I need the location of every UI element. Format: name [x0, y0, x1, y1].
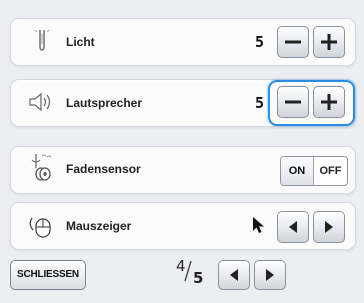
arrow-cursor-icon [253, 217, 264, 233]
settings-screen: Licht 5 Lautsprecher 5 Fadensensor ON OF… [0, 0, 364, 303]
arrow-left-icon [230, 269, 238, 281]
mouse-icon [29, 217, 51, 238]
lautsprecher-value: 5 [255, 94, 265, 112]
thread-sensor-icon [31, 154, 52, 181]
fadensensor-label: Fadensensor [66, 162, 141, 176]
mauszeiger-right-button[interactable] [313, 211, 345, 243]
page-total: 5 [193, 269, 204, 287]
arrow-left-icon [289, 221, 297, 233]
mauszeiger-left-button[interactable] [277, 211, 309, 243]
toggle-on-option[interactable]: ON [281, 157, 314, 185]
arrow-right-icon [266, 269, 274, 281]
close-button[interactable]: SCHLIESSEN [10, 260, 86, 290]
toggle-off-option[interactable]: OFF [314, 157, 347, 185]
minus-icon [285, 100, 301, 104]
lautsprecher-minus-button[interactable] [277, 86, 309, 118]
licht-value: 5 [255, 33, 265, 51]
speaker-icon [29, 92, 51, 112]
licht-label: Licht [66, 35, 95, 49]
needle-light-icon [34, 29, 50, 51]
lautsprecher-plus-button[interactable] [313, 86, 345, 118]
page-slash-icon [184, 260, 192, 282]
lautsprecher-label: Lautsprecher [66, 96, 143, 110]
licht-plus-button[interactable] [313, 26, 345, 58]
fadensensor-toggle[interactable]: ON OFF [280, 156, 348, 186]
arrow-right-icon [325, 221, 333, 233]
page-next-button[interactable] [254, 260, 286, 290]
plus-icon [321, 34, 337, 50]
page-prev-button[interactable] [218, 260, 250, 290]
minus-icon [285, 40, 301, 44]
licht-minus-button[interactable] [277, 26, 309, 58]
plus-icon [321, 94, 337, 110]
mauszeiger-label: Mauszeiger [66, 219, 132, 233]
